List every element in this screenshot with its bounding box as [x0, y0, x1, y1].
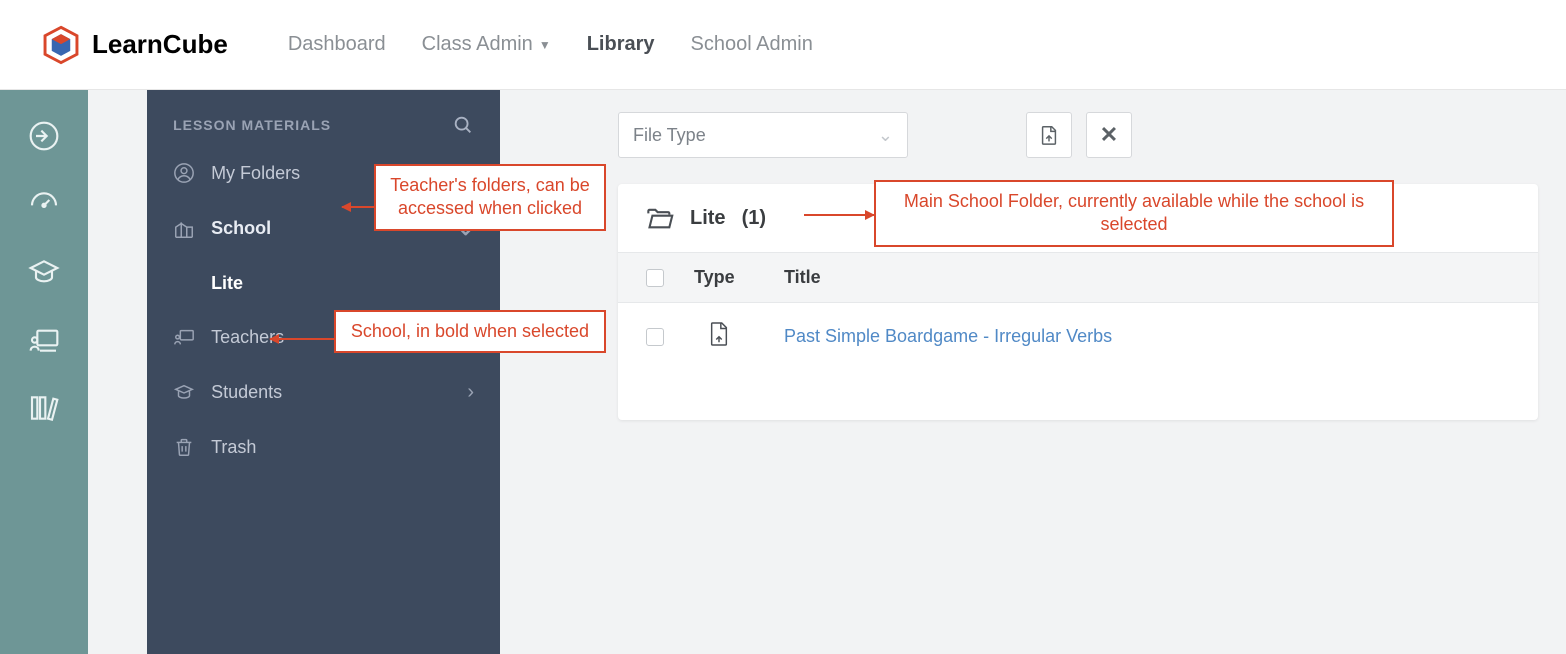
trash-icon [173, 436, 195, 458]
table-row: Past Simple Boardgame - Irregular Verbs [618, 303, 1538, 370]
annotation-arrow [270, 338, 334, 340]
top-navigation: Dashboard Class Admin ▼ Library School A… [288, 33, 813, 56]
sidebar-item-trash[interactable]: Trash [147, 420, 500, 474]
nav-library[interactable]: Library [587, 33, 655, 56]
sidebar-title: LESSON MATERIALS [173, 117, 331, 133]
select-all-checkbox[interactable] [646, 269, 664, 287]
sidebar-item-lite[interactable]: Lite [147, 257, 500, 310]
nav-class-admin[interactable]: Class Admin ▼ [422, 33, 551, 56]
nav-dashboard-label: Dashboard [288, 33, 386, 56]
brand-logo[interactable]: LearnCube [40, 24, 228, 66]
nav-dashboard[interactable]: Dashboard [288, 33, 386, 56]
brand-name: LearnCube [92, 29, 228, 60]
annotation-arrow [342, 206, 376, 208]
students-icon [173, 382, 195, 404]
sidebar-my-folders-label: My Folders [211, 163, 300, 184]
annotation-teachers-folders: Teacher's folders, can be accessed when … [374, 164, 606, 231]
breadcrumb-count: (1) [742, 207, 766, 230]
file-type-placeholder: File Type [633, 125, 706, 146]
close-button[interactable]: ✕ [1086, 112, 1132, 158]
left-rail [0, 90, 88, 654]
column-title-header: Title [784, 267, 1510, 288]
file-title-link[interactable]: Past Simple Boardgame - Irregular Verbs [784, 326, 1112, 347]
sidebar-lite-label: Lite [211, 273, 243, 293]
sidebar-item-students[interactable]: Students › [147, 365, 500, 420]
books-icon[interactable] [28, 392, 60, 424]
nav-library-label: Library [587, 33, 655, 56]
sidebar-trash-label: Trash [211, 437, 256, 458]
chevron-down-icon: ⌄ [878, 125, 893, 146]
export-pdf-button[interactable] [1026, 112, 1072, 158]
annotation-arrow [804, 214, 874, 216]
pdf-icon [708, 321, 730, 347]
annotation-main-folder: Main School Folder, currently available … [874, 180, 1394, 247]
file-type-select[interactable]: File Type ⌄ [618, 112, 908, 158]
nav-class-admin-label: Class Admin [422, 33, 533, 56]
graduate-icon[interactable] [28, 256, 60, 288]
sidebar-students-label: Students [211, 382, 282, 403]
sidebar-school-label: School [211, 218, 271, 239]
folder-open-icon [646, 206, 674, 230]
user-circle-icon [173, 162, 195, 184]
nav-school-admin[interactable]: School Admin [691, 33, 813, 56]
rail-spacer [88, 90, 147, 654]
table-header: Type Title [618, 252, 1538, 303]
nav-school-admin-label: School Admin [691, 33, 813, 56]
close-icon: ✕ [1100, 122, 1118, 148]
teachers-icon [173, 327, 195, 349]
top-bar: LearnCube Dashboard Class Admin ▼ Librar… [0, 0, 1566, 90]
chevron-right-icon: › [467, 381, 474, 404]
caret-down-icon: ▼ [539, 38, 551, 52]
row-checkbox[interactable] [646, 328, 664, 346]
main-content: File Type ⌄ ✕ Lite (1) Type Title [500, 90, 1566, 654]
building-icon [173, 218, 195, 240]
search-icon[interactable] [452, 114, 474, 136]
logo-icon [40, 24, 82, 66]
enter-icon[interactable] [28, 120, 60, 152]
classroom-icon[interactable] [28, 324, 60, 356]
column-type-header: Type [694, 267, 754, 288]
gauge-icon[interactable] [28, 188, 60, 220]
row-type-cell [694, 321, 754, 352]
filter-row: File Type ⌄ ✕ [618, 112, 1538, 158]
breadcrumb-name: Lite [690, 207, 726, 230]
annotation-school-selected: School, in bold when selected [334, 310, 606, 353]
